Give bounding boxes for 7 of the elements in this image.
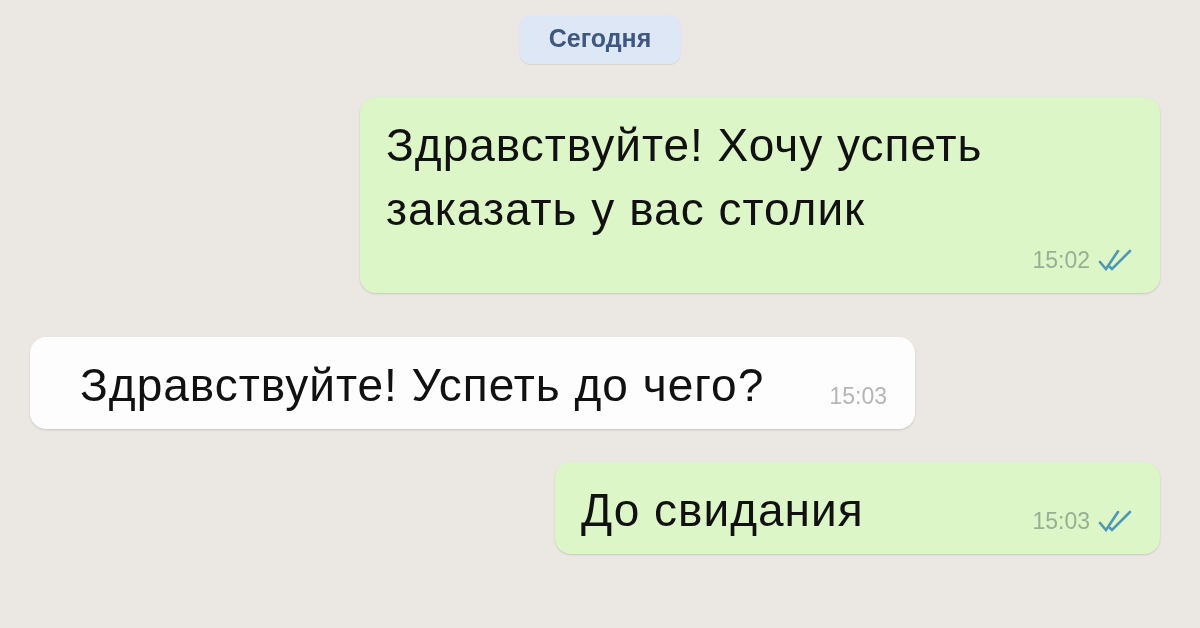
- message-time: 15:02: [1032, 246, 1090, 275]
- message-text: Здравствуйте! Хочу успеть заказать у вас столик: [386, 118, 984, 237]
- date-chip: Сегодня: [518, 15, 682, 64]
- message-text: Здравствуйте! Успеть до чего?: [80, 358, 765, 413]
- message-time: 15:03: [1032, 507, 1090, 536]
- message-text: До свидания: [581, 483, 864, 538]
- message-time: 15:03: [829, 382, 887, 411]
